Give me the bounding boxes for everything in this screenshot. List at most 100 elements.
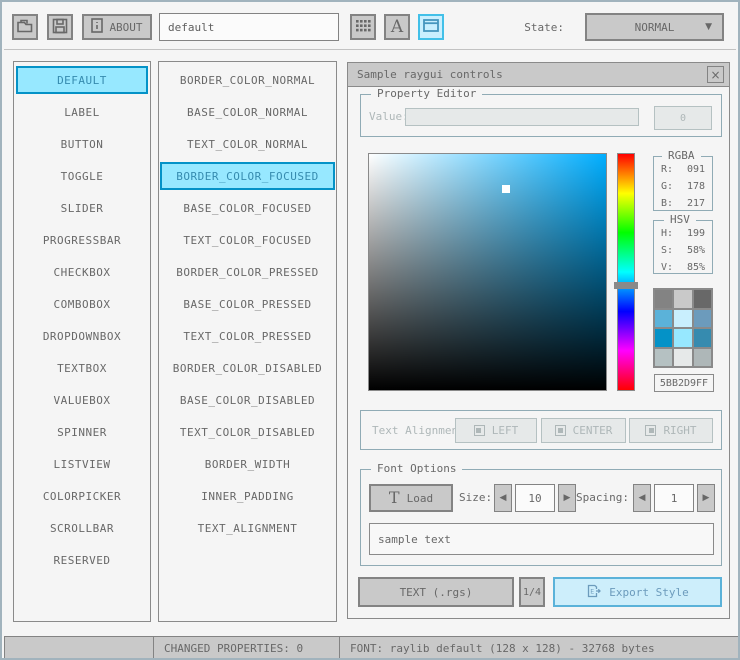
controls-list-item[interactable]: DROPDOWNBOX [16, 322, 148, 350]
v-label: V: [661, 262, 674, 273]
font-load-button[interactable]: T Load [369, 484, 453, 512]
color-swatch[interactable] [693, 309, 711, 327]
color-swatch[interactable] [693, 290, 711, 308]
properties-list-item[interactable]: BASE_COLOR_FOCUSED [160, 194, 335, 222]
r-value: 091 [686, 164, 705, 175]
value-input[interactable] [405, 108, 639, 126]
font-mode-button[interactable]: A [384, 14, 410, 40]
controls-list-item[interactable]: BUTTON [16, 130, 148, 158]
svg-text:E: E [590, 587, 594, 595]
color-picker-cursor[interactable] [502, 184, 511, 193]
color-swatch[interactable] [693, 329, 711, 347]
color-swatch[interactable] [674, 290, 692, 308]
sample-window-title: Sample raygui controls [357, 68, 503, 81]
controls-list-item[interactable]: SLIDER [16, 194, 148, 222]
spacing-decrement-button[interactable]: ◀ [633, 484, 651, 512]
controls-list-item[interactable]: RESERVED [16, 546, 148, 574]
controls-list-item[interactable]: TEXTBOX [16, 354, 148, 382]
properties-list-item[interactable]: BASE_COLOR_NORMAL [160, 98, 335, 126]
export-format-page-button[interactable]: 1/4 [519, 577, 545, 607]
properties-list-item[interactable]: BASE_COLOR_DISABLED [160, 386, 335, 414]
properties-list-item[interactable]: BASE_COLOR_PRESSED [160, 290, 335, 318]
align-right-button[interactable]: RIGHT [629, 418, 713, 443]
align-center-icon [554, 425, 566, 436]
controls-list-item[interactable]: COLORPICKER [16, 482, 148, 510]
style-table-mode-button[interactable] [350, 14, 376, 40]
properties-list-item[interactable]: TEXT_COLOR_DISABLED [160, 418, 335, 446]
v-value: 85% [686, 262, 705, 273]
state-dropdown[interactable]: NORMAL ▼ [585, 13, 724, 41]
properties-list-item[interactable]: BORDER_COLOR_FOCUSED [160, 162, 335, 190]
controls-list-item[interactable]: CHECKBOX [16, 258, 148, 286]
spacing-increment-button[interactable]: ▶ [697, 484, 715, 512]
color-saturation-value-picker[interactable] [368, 153, 607, 391]
controls-mode-button[interactable] [418, 14, 444, 40]
export-format-button[interactable]: TEXT (.rgs) [358, 577, 514, 607]
properties-list-item[interactable]: TEXT_COLOR_PRESSED [160, 322, 335, 350]
properties-list-item[interactable]: INNER_PADDING [160, 482, 335, 510]
hsv-row-h: H: 199 [654, 225, 712, 242]
rgba-row-g: G: 178 [654, 178, 712, 195]
style-name-input[interactable] [159, 13, 339, 41]
properties-list-item[interactable]: TEXT_COLOR_NORMAL [160, 130, 335, 158]
properties-list-item[interactable]: BORDER_COLOR_DISABLED [160, 354, 335, 382]
property-editor-group: Property Editor Value: 0 [360, 87, 722, 137]
font-t-icon: T [388, 488, 400, 507]
properties-list-item[interactable]: TEXT_COLOR_FOCUSED [160, 226, 335, 254]
align-center-button[interactable]: CENTER [541, 418, 626, 443]
controls-list-item[interactable]: LISTVIEW [16, 450, 148, 478]
align-left-button[interactable]: LEFT [455, 418, 537, 443]
property-editor-group-label: Property Editor [371, 87, 483, 100]
value-apply-button[interactable]: 0 [654, 106, 712, 130]
color-swatch[interactable] [674, 329, 692, 347]
size-value-box[interactable]: 10 [515, 484, 555, 512]
save-file-button[interactable] [47, 14, 73, 40]
toolbar: ABOUT A [4, 4, 736, 50]
controls-list-item[interactable]: PROGRESSBAR [16, 226, 148, 254]
sample-text-box[interactable]: sample text [369, 523, 714, 555]
properties-list-item[interactable]: BORDER_COLOR_NORMAL [160, 66, 335, 94]
color-swatch[interactable] [674, 309, 692, 327]
export-style-button[interactable]: E Export Style [553, 577, 722, 607]
state-dropdown-value: NORMAL [634, 20, 675, 34]
color-swatch[interactable] [655, 348, 673, 366]
controls-list-item[interactable]: DEFAULT [16, 66, 148, 94]
controls-list-item[interactable]: TOGGLE [16, 162, 148, 190]
sample-window-titlebar[interactable]: Sample raygui controls × [348, 63, 729, 87]
rgba-row-r: R: 091 [654, 161, 712, 178]
color-swatch[interactable] [655, 309, 673, 327]
hue-bar[interactable] [617, 153, 635, 391]
hue-slider-handle[interactable] [614, 282, 638, 289]
about-button[interactable]: ABOUT [82, 14, 152, 40]
open-file-button[interactable] [12, 14, 38, 40]
color-swatch[interactable] [655, 290, 673, 308]
color-swatch[interactable] [655, 329, 673, 347]
arrow-left-icon: ◀ [499, 493, 507, 503]
export-style-label: Export Style [609, 585, 689, 599]
properties-list-item[interactable]: BORDER_COLOR_PRESSED [160, 258, 335, 286]
state-label: State: [524, 21, 564, 34]
close-button[interactable]: × [707, 66, 724, 83]
hex-color-text: 5BB2D9FF [659, 377, 709, 389]
controls-list-item[interactable]: SCROLLBAR [16, 514, 148, 542]
color-swatch[interactable] [674, 348, 692, 366]
spacing-value-box[interactable]: 1 [654, 484, 694, 512]
color-swatch[interactable] [693, 348, 711, 366]
arrow-right-icon: ▶ [702, 493, 710, 503]
close-icon: × [710, 67, 721, 82]
size-label: Size: [459, 491, 493, 504]
export-format-page-label: 1/4 [522, 586, 542, 598]
arrow-right-icon: ▶ [563, 493, 571, 503]
properties-list-item[interactable]: BORDER_WIDTH [160, 450, 335, 478]
g-label: G: [661, 181, 674, 192]
export-format-label: TEXT (.rgs) [399, 585, 473, 599]
h-label: H: [661, 228, 674, 239]
controls-list-item[interactable]: VALUEBOX [16, 386, 148, 414]
controls-list-item[interactable]: LABEL [16, 98, 148, 126]
properties-list-item[interactable]: TEXT_ALIGNMENT [160, 514, 335, 542]
controls-list-item[interactable]: COMBOBOX [16, 290, 148, 318]
value-apply-button-label: 0 [679, 112, 687, 124]
g-value: 178 [686, 181, 705, 192]
size-decrement-button[interactable]: ◀ [494, 484, 512, 512]
controls-list-item[interactable]: SPINNER [16, 418, 148, 446]
